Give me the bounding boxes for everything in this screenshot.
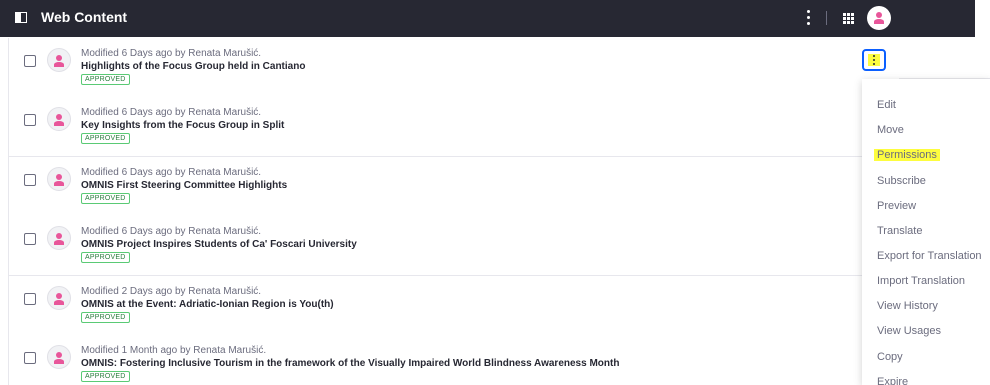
row-checkbox[interactable]	[24, 233, 36, 245]
modified-info: Modified 1 Month ago by Renata Marušić.	[81, 345, 267, 356]
modified-info: Modified 6 Days ago by Renata Marušić.	[81, 48, 262, 59]
row-actions-button[interactable]	[862, 49, 886, 71]
entry-title[interactable]: Key Insights from the Focus Group in Spl…	[81, 120, 284, 131]
menu-item-copy[interactable]: Copy	[877, 351, 903, 363]
status-badge: APPROVED	[81, 371, 130, 382]
entry-title[interactable]: Highlights of the Focus Group held in Ca…	[81, 61, 305, 72]
divider	[826, 11, 827, 25]
menu-item-edit[interactable]: Edit	[877, 99, 896, 111]
user-avatar-icon	[47, 48, 71, 72]
page-title: Web Content	[41, 9, 128, 25]
user-avatar-icon	[47, 107, 71, 131]
menu-item-expire[interactable]: Expire	[877, 376, 908, 385]
list-item[interactable]: Modified 6 Days ago by Renata Marušić. Hi…	[9, 38, 899, 98]
user-avatar-icon	[47, 345, 71, 369]
menu-item-view-usages[interactable]: View Usages	[877, 325, 941, 337]
menu-item-move[interactable]: Move	[877, 124, 904, 136]
list-item[interactable]: Modified 6 Days ago by Renata Marušić. Ke…	[9, 97, 899, 157]
row-checkbox[interactable]	[24, 174, 36, 186]
menu-item-permissions[interactable]: Permissions	[874, 149, 940, 161]
modified-info: Modified 6 Days ago by Renata Marušić.	[81, 226, 262, 237]
sidebar-toggle-icon[interactable]	[15, 12, 27, 23]
entry-title[interactable]: OMNIS at the Event: Adriatic-Ionian Regi…	[81, 299, 334, 310]
menu-item-preview[interactable]: Preview	[877, 200, 916, 212]
entry-title[interactable]: OMNIS Project Inspires Students of Ca' F…	[81, 239, 357, 250]
toolbar-area	[898, 38, 990, 79]
ellipsis-vertical-icon	[873, 55, 875, 67]
modified-info: Modified 6 Days ago by Renata Marušić.	[81, 167, 262, 178]
menu-item-export-for-translation[interactable]: Export for Translation	[877, 250, 982, 262]
content-list: Modified 6 Days ago by Renata Marušić. Hi…	[8, 38, 899, 385]
list-item[interactable]: Modified 6 Days ago by Renata Marušić. OM…	[9, 216, 899, 276]
status-badge: APPROVED	[81, 252, 130, 263]
menu-item-translate[interactable]: Translate	[877, 225, 922, 237]
ellipsis-vertical-icon[interactable]	[807, 10, 811, 26]
entry-title[interactable]: OMNIS: Fostering Inclusive Tourism in th…	[81, 358, 619, 369]
modified-info: Modified 2 Days ago by Renata Marušić.	[81, 286, 262, 297]
row-checkbox[interactable]	[24, 352, 36, 364]
actions-dropdown-menu: Edit Move Permissions Subscribe Preview Trans…	[862, 79, 990, 385]
list-item[interactable]: Modified 2 Days ago by Renata Marušić. OM…	[9, 276, 899, 336]
apps-grid-icon[interactable]	[843, 13, 854, 24]
user-avatar-icon[interactable]	[867, 6, 891, 30]
status-badge: APPROVED	[81, 312, 130, 323]
row-checkbox[interactable]	[24, 55, 36, 67]
user-avatar-icon	[47, 286, 71, 310]
modified-info: Modified 6 Days ago by Renata Marušić.	[81, 107, 262, 118]
status-badge: APPROVED	[81, 133, 130, 144]
menu-item-view-history[interactable]: View History	[877, 300, 938, 312]
entry-title[interactable]: OMNIS First Steering Committee Highlight…	[81, 180, 287, 191]
status-badge: APPROVED	[81, 193, 130, 204]
row-checkbox[interactable]	[24, 114, 36, 126]
user-avatar-icon	[47, 226, 71, 250]
row-checkbox[interactable]	[24, 293, 36, 305]
list-item[interactable]: Modified 6 Days ago by Renata Marušić. OM…	[9, 157, 899, 217]
user-avatar-icon	[47, 167, 71, 191]
status-badge: APPROVED	[81, 74, 130, 85]
menu-item-subscribe[interactable]: Subscribe	[877, 175, 926, 187]
top-bar: Web Content	[0, 0, 975, 37]
list-item[interactable]: Modified 1 Month ago by Renata Marušić. O…	[9, 335, 899, 385]
menu-item-import-translation[interactable]: Import Translation	[877, 275, 965, 287]
